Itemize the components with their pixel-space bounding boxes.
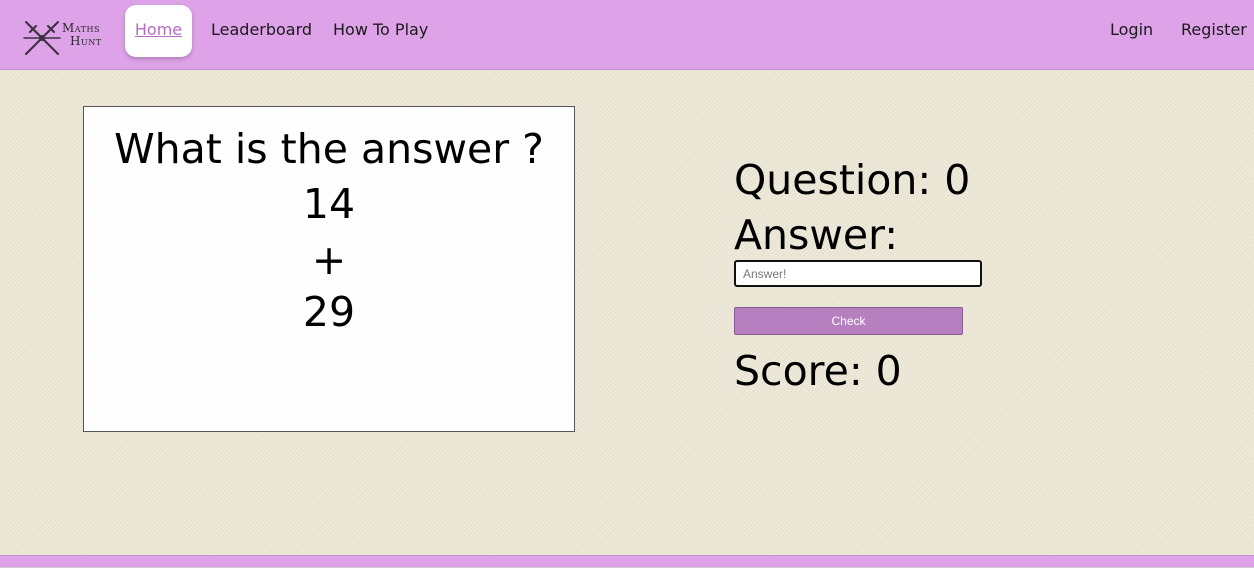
nav-register-link[interactable]: Register [1181,0,1247,69]
logo-text: Maths Hunt [62,22,102,48]
score-display: Score: 0 [734,347,902,395]
answer-label: Answer: [734,211,899,259]
logo[interactable]: Maths Hunt [22,18,108,58]
nav-how-to-play-link[interactable]: How To Play [333,0,428,69]
check-button[interactable]: Check [734,307,963,335]
logo-line-2: Hunt [70,34,102,48]
navbar: Maths Hunt Home Leaderboard How To Play … [0,0,1254,70]
footer-bar [0,555,1254,567]
nav-home-link[interactable]: Home [125,5,192,57]
operator: + [311,236,347,284]
question-card: What is the answer ? 14 + 29 [83,106,575,432]
operand-2: 29 [302,288,356,336]
crossed-swords-icon [23,21,61,55]
answer-input[interactable] [734,260,982,287]
operand-1: 14 [302,180,356,228]
nav-leaderboard-link[interactable]: Leaderboard [211,0,312,69]
nav-login-link[interactable]: Login [1110,0,1153,69]
question-title: What is the answer ? [114,125,544,173]
question-counter: Question: 0 [734,156,971,204]
